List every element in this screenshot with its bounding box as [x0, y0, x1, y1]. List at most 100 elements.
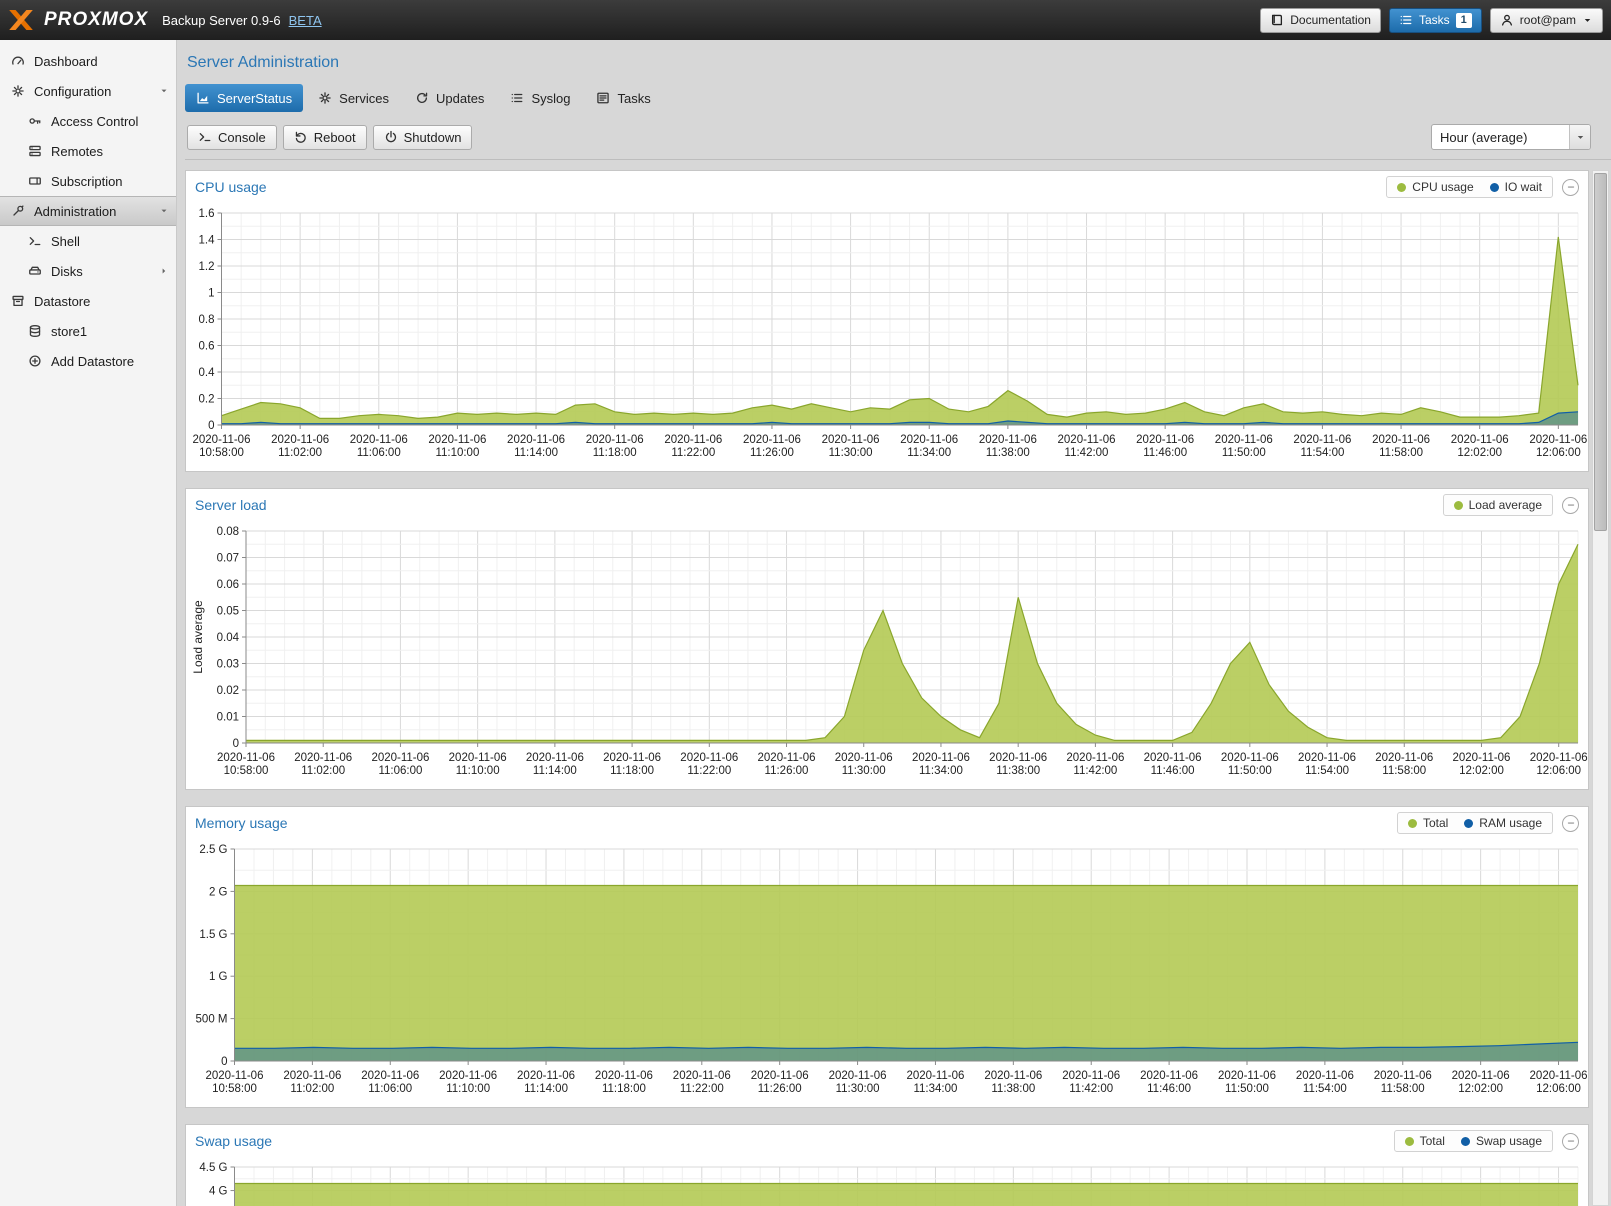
- svg-text:11:22:00: 11:22:00: [671, 447, 715, 459]
- legend-item-swap-usage[interactable]: Swap usage: [1461, 1134, 1542, 1148]
- collapse-panel-button[interactable]: [1562, 179, 1579, 196]
- svg-text:0.8: 0.8: [199, 314, 215, 326]
- panel-swap-usage: Swap usageTotalSwap usage0500 M1 G1.5 G2…: [185, 1124, 1589, 1206]
- sidebar-item-datastore[interactable]: Datastore: [0, 286, 176, 316]
- svg-text:2020-11-06: 2020-11-06: [1296, 1070, 1354, 1082]
- svg-text:11:06:00: 11:06:00: [357, 447, 401, 459]
- svg-text:2020-11-06: 2020-11-06: [1221, 752, 1279, 764]
- timeframe-select[interactable]: Hour (average): [1431, 124, 1591, 150]
- svg-text:10:58:00: 10:58:00: [212, 1083, 257, 1095]
- svg-text:1.6: 1.6: [199, 208, 215, 220]
- panel-body: 0500 M1 G1.5 G2 G2.5 G3 G3.5 G4 G4.5 G20…: [186, 1157, 1588, 1206]
- user-menu-button[interactable]: root@pam: [1490, 8, 1603, 33]
- svg-text:2020-11-06: 2020-11-06: [1136, 434, 1194, 446]
- svg-text:0.06: 0.06: [217, 579, 239, 591]
- svg-text:1.4: 1.4: [199, 235, 216, 247]
- panel-title: Server load: [195, 497, 267, 513]
- svg-text:12:06:00: 12:06:00: [1536, 1083, 1581, 1095]
- tab-updates[interactable]: Updates: [404, 84, 495, 112]
- svg-text:0.03: 0.03: [217, 659, 239, 671]
- list-icon: [510, 91, 524, 105]
- collapse-panel-button[interactable]: [1562, 1133, 1579, 1150]
- svg-text:2020-11-06: 2020-11-06: [673, 1070, 731, 1082]
- tab-tasks[interactable]: Tasks: [585, 84, 661, 112]
- legend-dot-icon: [1464, 819, 1473, 828]
- sidebar-item-label: store1: [51, 324, 87, 339]
- database-icon: [27, 324, 43, 338]
- sidebar-item-store1[interactable]: store1: [0, 316, 176, 346]
- sidebar-item-administration[interactable]: Administration: [0, 196, 176, 226]
- sidebar-item-shell[interactable]: Shell: [0, 226, 176, 256]
- tasklist-icon: [596, 91, 610, 105]
- caret-down-icon[interactable]: [159, 86, 169, 96]
- svg-text:11:14:00: 11:14:00: [514, 447, 558, 459]
- sidebar-item-subscription[interactable]: Subscription: [0, 166, 176, 196]
- svg-text:0.2: 0.2: [199, 394, 215, 406]
- shutdown-button[interactable]: Shutdown: [373, 125, 473, 150]
- collapse-panel-button[interactable]: [1562, 815, 1579, 832]
- sidebar-item-add-datastore[interactable]: Add Datastore: [0, 346, 176, 376]
- svg-text:2020-11-06: 2020-11-06: [1062, 1070, 1120, 1082]
- svg-text:2.5 G: 2.5 G: [199, 844, 227, 856]
- svg-text:0.08: 0.08: [217, 526, 239, 538]
- sidebar-item-disks[interactable]: Disks: [0, 256, 176, 286]
- sidebar-item-label: Subscription: [51, 174, 123, 189]
- sidebar-item-dashboard[interactable]: Dashboard: [0, 46, 176, 76]
- chart-legend: Load average: [1443, 494, 1553, 516]
- svg-text:11:26:00: 11:26:00: [765, 765, 809, 777]
- power-icon: [384, 130, 398, 144]
- svg-text:2020-11-06: 2020-11-06: [1293, 434, 1351, 446]
- caret-down-icon[interactable]: [159, 206, 169, 216]
- page-title: Server Administration: [187, 54, 1611, 72]
- timeframe-value: Hour (average): [1432, 130, 1569, 145]
- tab-services[interactable]: Services: [307, 84, 400, 112]
- tab-syslog[interactable]: Syslog: [499, 84, 581, 112]
- svg-text:1 G: 1 G: [209, 971, 228, 983]
- svg-text:1.5 G: 1.5 G: [199, 929, 227, 941]
- svg-text:2020-11-06: 2020-11-06: [1374, 1070, 1432, 1082]
- sidebar-item-configuration[interactable]: Configuration: [0, 76, 176, 106]
- svg-text:11:10:00: 11:10:00: [456, 765, 500, 777]
- svg-text:2020-11-06: 2020-11-06: [283, 1070, 341, 1082]
- combo-trigger[interactable]: [1569, 125, 1590, 149]
- svg-text:11:50:00: 11:50:00: [1228, 765, 1272, 777]
- vertical-scrollbar[interactable]: [1592, 170, 1609, 1206]
- legend-item-total[interactable]: Total: [1405, 1134, 1445, 1148]
- panel-body: 00.010.020.030.040.050.060.070.082020-11…: [186, 521, 1588, 789]
- button-label: Shutdown: [404, 130, 462, 145]
- legend-item-cpu-usage[interactable]: CPU usage: [1397, 180, 1473, 194]
- svg-text:2020-11-06: 2020-11-06: [1529, 434, 1587, 446]
- svg-text:10:58:00: 10:58:00: [224, 765, 269, 777]
- tab-bar: ServerStatusServicesUpdatesSyslogTasks: [185, 84, 1611, 112]
- gears-icon: [10, 84, 26, 98]
- tasks-button[interactable]: Tasks 1: [1389, 8, 1482, 33]
- legend-item-load-average[interactable]: Load average: [1454, 498, 1542, 512]
- sidebar-item-label: Remotes: [51, 144, 103, 159]
- svg-text:11:54:00: 11:54:00: [1305, 765, 1349, 777]
- svg-text:2020-11-06: 2020-11-06: [1144, 752, 1202, 764]
- svg-text:0.4: 0.4: [199, 367, 216, 379]
- sidebar-item-label: Add Datastore: [51, 354, 134, 369]
- console-button[interactable]: Console: [187, 125, 277, 150]
- beta-link[interactable]: BETA: [289, 13, 322, 28]
- sidebar-item-access-control[interactable]: Access Control: [0, 106, 176, 136]
- collapse-panel-button[interactable]: [1562, 497, 1579, 514]
- undo-icon: [294, 130, 308, 144]
- scrollbar-thumb[interactable]: [1594, 173, 1607, 531]
- legend-item-total[interactable]: Total: [1408, 816, 1448, 830]
- svg-text:2020-11-06: 2020-11-06: [1140, 1070, 1198, 1082]
- svg-text:11:46:00: 11:46:00: [1151, 765, 1195, 777]
- legend-item-io-wait[interactable]: IO wait: [1490, 180, 1542, 194]
- svg-text:2020-11-06: 2020-11-06: [271, 434, 329, 446]
- documentation-button[interactable]: Documentation: [1260, 8, 1381, 33]
- svg-text:0.07: 0.07: [217, 553, 239, 565]
- svg-text:2020-11-06: 2020-11-06: [371, 752, 429, 764]
- legend-item-ram-usage[interactable]: RAM usage: [1464, 816, 1542, 830]
- svg-text:0: 0: [221, 1056, 227, 1068]
- tab-serverstatus[interactable]: ServerStatus: [185, 84, 303, 112]
- reboot-button[interactable]: Reboot: [283, 125, 367, 150]
- sidebar-item-remotes[interactable]: Remotes: [0, 136, 176, 166]
- caret-right-icon[interactable]: [159, 266, 169, 276]
- svg-text:1.2: 1.2: [199, 261, 215, 273]
- charts-area: CPU usageCPU usageIO wait00.20.40.60.811…: [185, 170, 1589, 1206]
